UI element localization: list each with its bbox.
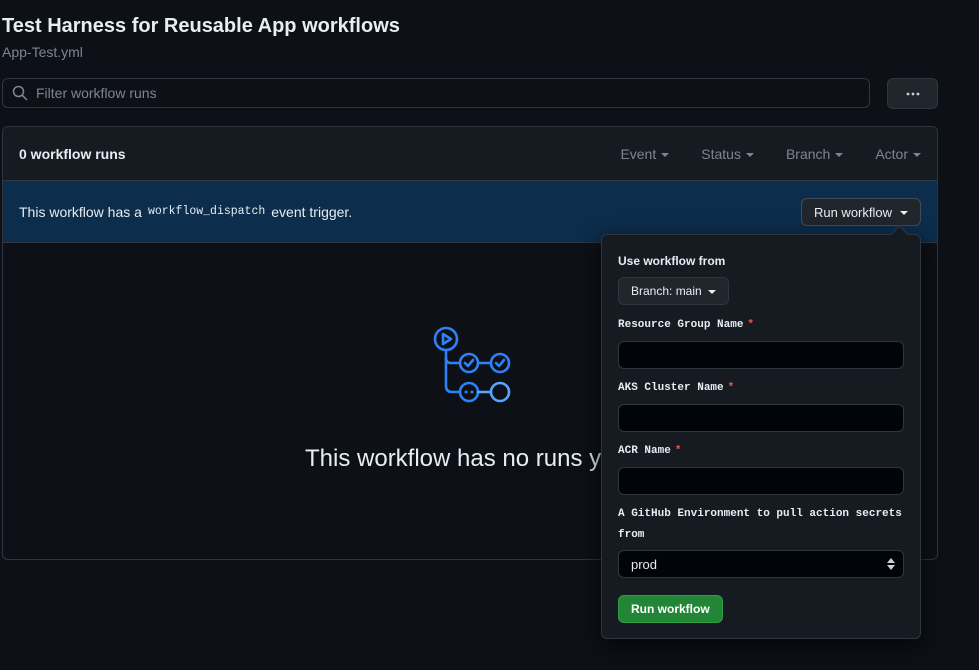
- chevron-down-icon: [913, 152, 921, 157]
- workflow-icon: [433, 326, 511, 403]
- acr-name-label: ACR Name *: [618, 441, 681, 462]
- filter-status[interactable]: Status: [701, 146, 754, 162]
- run-workflow-dropdown-label: Run workflow: [813, 204, 892, 220]
- aks-cluster-field[interactable]: [618, 404, 904, 432]
- more-options-button[interactable]: [887, 78, 938, 109]
- chevron-down-icon: [745, 152, 754, 157]
- aks-cluster-label: AKS Cluster Name *: [618, 378, 734, 399]
- run-workflow-dropdown-button[interactable]: Run workflow: [800, 198, 921, 226]
- runs-header: 0 workflow runs Event Status Branch Acto…: [3, 127, 937, 181]
- branch-select-button[interactable]: Branch: main: [618, 277, 729, 305]
- dispatch-prefix: This workflow has a: [19, 203, 142, 220]
- filter-actor[interactable]: Actor: [875, 146, 921, 162]
- dispatch-code: workflow_dispatch: [147, 205, 266, 218]
- acr-name-label-text: ACR Name: [618, 445, 671, 457]
- filter-branch[interactable]: Branch: [785, 145, 844, 162]
- filter-event-label: Event: [620, 145, 657, 162]
- runs-count: 0 workflow runs: [19, 145, 126, 162]
- chevron-down-icon: [835, 152, 844, 157]
- environment-label-line2: from: [618, 529, 645, 541]
- empty-state-message: This workflow has no runs y: [305, 445, 602, 472]
- run-workflow-submit-label: Run workflow: [631, 602, 710, 616]
- kebab-horizontal-icon: [906, 92, 919, 95]
- required-marker: *: [727, 382, 735, 394]
- filter-runs-search[interactable]: [2, 78, 870, 108]
- aks-cluster-label-text: AKS Cluster Name: [618, 382, 724, 394]
- select-arrows-icon: [887, 558, 895, 570]
- resource-group-label-text: Resource Group Name: [618, 319, 744, 331]
- workflow-filename[interactable]: App-Test.yml: [2, 44, 83, 60]
- search-icon: [12, 85, 28, 101]
- resource-group-field[interactable]: [618, 341, 904, 369]
- environment-select-value: prod: [631, 556, 658, 572]
- environment-select[interactable]: prod: [618, 550, 904, 578]
- runs-filters: Event Status Branch Actor: [588, 146, 921, 162]
- environment-label-line1: A GitHub Environment to pull action secr…: [618, 508, 902, 520]
- chevron-down-icon: [900, 211, 908, 215]
- page-title: Test Harness for Reusable App workflows: [2, 15, 400, 37]
- chevron-down-icon: [707, 290, 716, 294]
- run-workflow-popover: Use workflow from Branch: main Resource …: [601, 234, 921, 639]
- filter-event[interactable]: Event: [620, 145, 670, 162]
- environment-label: A GitHub Environment to pull action secr…: [618, 504, 902, 546]
- aks-cluster-input[interactable]: [619, 405, 903, 431]
- run-workflow-submit-button[interactable]: Run workflow: [618, 595, 723, 623]
- resource-group-input[interactable]: [619, 342, 903, 368]
- filter-status-label: Status: [701, 145, 741, 162]
- acr-name-field[interactable]: [618, 467, 904, 495]
- acr-name-input[interactable]: [619, 468, 903, 494]
- filter-runs-input[interactable]: [34, 84, 838, 102]
- dispatch-suffix: event trigger.: [271, 203, 353, 220]
- required-marker: *: [747, 319, 755, 331]
- use-workflow-from-label: Use workflow from: [618, 254, 726, 268]
- resource-group-label: Resource Group Name *: [618, 315, 754, 336]
- filter-actor-label: Actor: [875, 145, 908, 162]
- filter-branch-label: Branch: [785, 145, 831, 162]
- chevron-down-icon: [661, 152, 670, 157]
- branch-select-label: Branch: main: [631, 284, 702, 298]
- required-marker: *: [674, 445, 682, 457]
